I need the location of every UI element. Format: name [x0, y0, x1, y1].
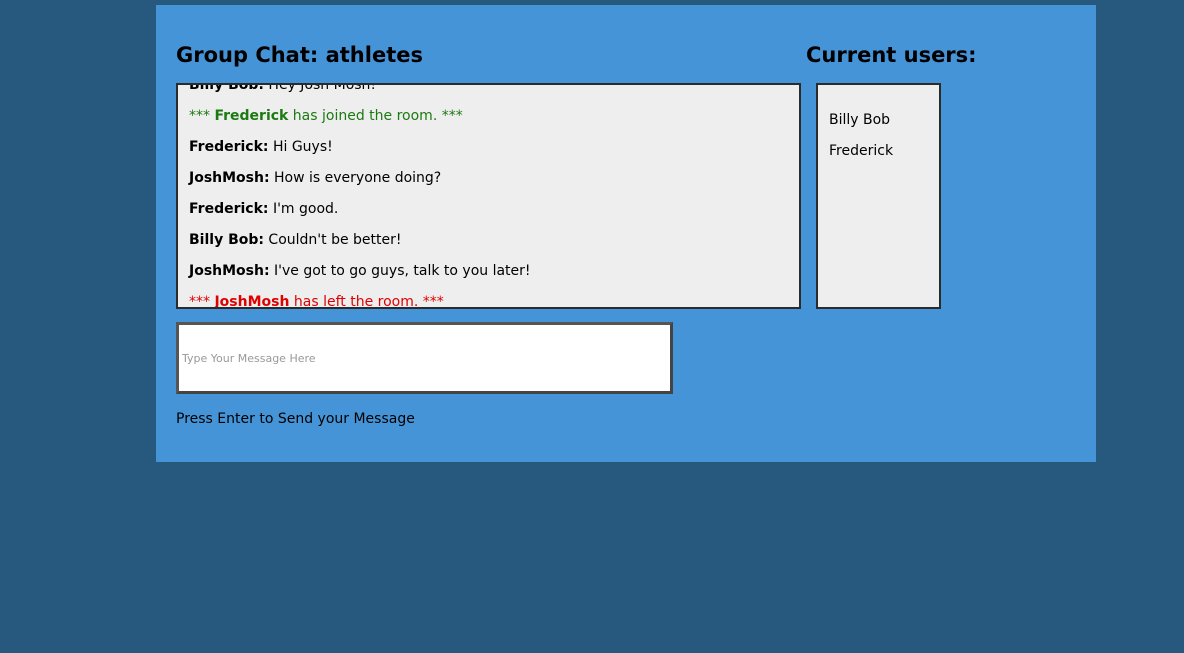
system-prefix: *** [189, 108, 215, 124]
chat-message: Billy Bob: Couldn't be better! [189, 231, 791, 262]
chat-message: Frederick: I'm good. [189, 200, 791, 231]
message-text: How is everyone doing? [269, 170, 442, 186]
chat-message: JoshMosh: How is everyone doing? [189, 169, 791, 200]
message-sender: JoshMosh [214, 294, 290, 309]
message-input[interactable] [176, 322, 673, 394]
message-text: I'm good. [268, 201, 339, 217]
message-text: Couldn't be better! [263, 232, 402, 248]
message-text: I've got to go guys, talk to you later! [269, 263, 531, 279]
send-hint: Press Enter to Send your Message [176, 411, 415, 427]
message-text: Hi Guys! [268, 139, 333, 155]
message-sender: Frederick: [189, 201, 269, 217]
system-message: *** Frederick has joined the room. *** [189, 107, 791, 138]
user-list-box[interactable]: Billy Bob Frederick [816, 83, 941, 309]
message-sender: Frederick [214, 108, 289, 124]
message-sender: JoshMosh: [189, 170, 270, 186]
chat-message: JoshMosh: I've got to go guys, talk to y… [189, 262, 791, 293]
message-sender: Frederick: [189, 139, 269, 155]
system-message: *** JoshMosh has left the room. *** [189, 293, 791, 309]
system-prefix: *** [189, 294, 215, 309]
chat-title: Group Chat: athletes [176, 43, 423, 67]
user-list-item: Frederick [829, 143, 894, 159]
message-text: has left the room. *** [289, 294, 444, 309]
message-sender: JoshMosh: [189, 263, 270, 279]
users-title: Current users: [806, 43, 977, 67]
chat-panel: Group Chat: athletes Current users: Bill… [156, 5, 1096, 462]
message-log[interactable]: Billy Bob: Hey Josh Mosh! *** Frederick h… [176, 83, 801, 309]
message-text: Hey Josh Mosh! [263, 83, 377, 93]
message-list: Billy Bob: Hey Josh Mosh! *** Frederick h… [189, 83, 791, 309]
message-text: has joined the room. *** [288, 108, 463, 124]
user-list: Billy Bob Frederick [829, 111, 893, 173]
chat-message: Frederick: Hi Guys! [189, 138, 791, 169]
message-sender: Billy Bob: [189, 83, 264, 93]
message-sender: Billy Bob: [189, 232, 264, 248]
chat-message: Billy Bob: Hey Josh Mosh! [189, 83, 791, 107]
user-list-item: Billy Bob [829, 112, 891, 128]
